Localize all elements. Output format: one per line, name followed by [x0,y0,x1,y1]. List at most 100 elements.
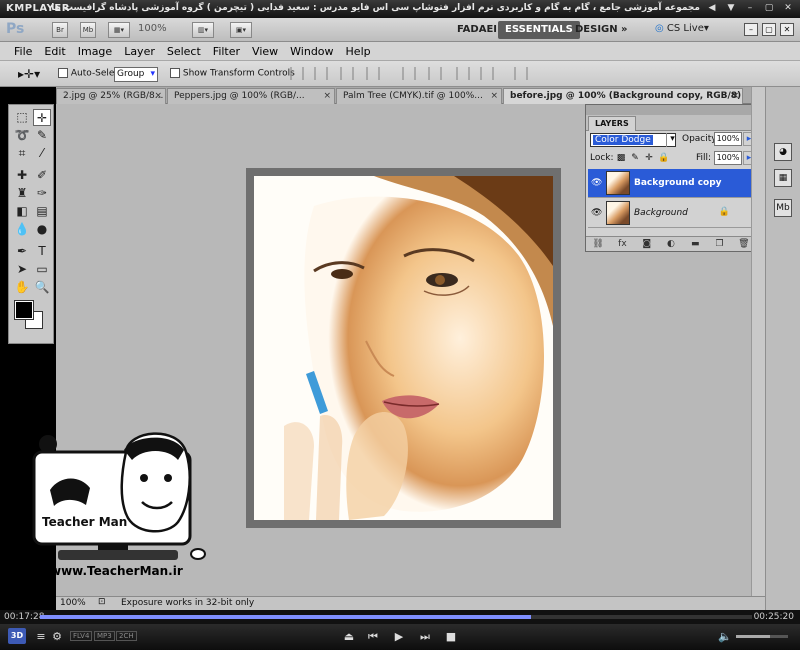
eraser-tool-icon[interactable]: ◧ [13,203,31,220]
ps-close-icon[interactable]: ✕ [780,23,794,36]
document-canvas[interactable] [246,168,561,528]
foreground-color-swatch[interactable] [14,300,34,320]
3d-mode-button[interactable]: 3D [8,628,26,644]
layer-style-icon[interactable]: fx [616,239,628,249]
tab-close-icon[interactable]: × [323,89,331,104]
tab-close-icon[interactable]: × [154,89,162,104]
visibility-eye-icon[interactable]: 👁 [591,178,602,188]
stop-icon[interactable]: ■ [444,630,458,643]
km-minimize-icon[interactable]: – [742,2,758,15]
lock-all-icon[interactable]: 🔒 [658,153,669,163]
align-left-icon[interactable] [366,67,380,80]
history-brush-tool-icon[interactable]: ✑ [33,185,51,202]
type-tool-icon[interactable]: T [33,243,51,260]
hand-tool-icon[interactable]: ✋ [13,279,31,296]
menu-layer[interactable]: Layer [118,42,161,60]
menu-select[interactable]: Select [161,42,207,60]
lock-position-icon[interactable]: ✛ [644,153,654,163]
eject-icon[interactable]: ⏏ [342,630,356,643]
gradient-tool-icon[interactable]: ▤ [33,203,51,220]
zoom-level-display[interactable]: 100% [138,23,167,34]
mini-bridge-button[interactable]: Mb [80,22,96,38]
quick-selection-tool-icon[interactable]: ✎ [33,127,51,144]
vertical-scrollbar[interactable] [751,87,765,597]
distribute-left-icon[interactable] [456,67,470,80]
status-zoom[interactable]: 100% [60,598,86,608]
tab-palm-tree-tif[interactable]: Palm Tree (CMYK).tif @ 100%... × [336,88,502,104]
tab-layers[interactable]: LAYERS [588,116,636,131]
clone-stamp-tool-icon[interactable]: ♜ [13,185,31,202]
blend-mode-dropdown[interactable]: Color Dodge [590,133,676,147]
menu-image[interactable]: Image [72,42,118,60]
seek-track[interactable] [40,615,752,619]
arrange-documents-icon[interactable]: ▥▾ [192,22,214,38]
align-top-icon[interactable] [290,67,304,80]
distribute-hcenter-icon[interactable] [480,67,494,80]
show-transform-checkbox[interactable] [170,68,180,78]
healing-brush-tool-icon[interactable]: ✚ [13,167,31,184]
lock-transparent-icon[interactable]: ▩ [616,153,626,163]
distribute-top-icon[interactable] [402,67,416,80]
menu-file[interactable]: File [8,42,38,60]
align-vcenter-icon[interactable] [314,67,328,80]
auto-select-target-dropdown[interactable]: Group [114,67,158,82]
menu-view[interactable]: View [246,42,284,60]
show-transform-option[interactable]: Show Transform Controls [170,68,295,79]
adjustments-panel-icon[interactable]: ◕ [774,143,792,161]
brush-tool-icon[interactable]: ✐ [33,167,51,184]
pen-tool-icon[interactable]: ✒ [13,243,31,260]
playlist-icon[interactable]: ≡ [34,630,48,643]
workspace-fadaei[interactable]: FADAEI [450,21,504,39]
lasso-tool-icon[interactable]: ➰ [13,127,31,144]
layer-row-background[interactable]: 👁 Background 🔒 [588,199,754,228]
mini-bridge-panel-icon[interactable]: Mb [774,199,792,217]
adjustment-layer-icon[interactable]: ◐ [665,239,677,249]
eyedropper-tool-icon[interactable]: ⁄ [33,145,51,162]
link-layers-icon[interactable]: ⛓ [592,239,604,249]
visibility-eye-icon[interactable]: 👁 [591,208,602,218]
tab-2-jpg[interactable]: 2.jpg @ 25% (RGB/8... × [56,88,166,104]
ps-minimize-icon[interactable]: – [744,23,758,36]
previous-icon[interactable]: ⏮ [366,630,380,644]
chevron-down-icon[interactable]: ▾ [666,133,678,147]
new-group-icon[interactable]: ▬ [689,239,701,249]
zoom-tool-icon[interactable]: 🔍 [33,279,51,296]
auto-align-layers-icon[interactable] [514,67,528,80]
settings-gear-icon[interactable]: ⚙ [50,630,64,643]
bridge-button[interactable]: Br [52,22,68,38]
tab-close-icon[interactable]: × [731,89,739,104]
marquee-tool-icon[interactable]: ⬚ [13,109,31,126]
tab-close-icon[interactable]: × [490,89,498,104]
volume-slider[interactable] [736,635,788,638]
fill-input[interactable]: 100% [714,151,742,165]
layer-row-background-copy[interactable]: 👁 Background copy [588,169,754,198]
view-extras-icon[interactable]: ▦▾ [108,22,130,38]
next-icon[interactable]: ⏭ [418,630,432,644]
new-layer-icon[interactable]: ❐ [714,239,726,249]
km-close-icon[interactable]: ✕ [780,2,796,15]
auto-select-checkbox[interactable] [58,68,68,78]
status-info-icon[interactable]: ⊡ [98,597,106,607]
ps-restore-icon[interactable]: ▢ [762,23,776,36]
opacity-input[interactable]: 100% [714,132,742,146]
move-tool-icon[interactable]: ✛ [33,109,51,126]
align-bottom-icon[interactable] [340,67,354,80]
move-tool-preset-icon[interactable]: ▸✛▾ [18,67,40,81]
volume-icon[interactable]: 🔈 [718,630,732,643]
path-selection-tool-icon[interactable]: ➤ [13,261,31,278]
menu-help[interactable]: Help [340,42,377,60]
cs-live-button[interactable]: ◎ CS Live▾ [655,23,709,34]
tab-peppers-jpg[interactable]: Peppers.jpg @ 100% (RGB/... × [167,88,335,104]
km-maximize-icon[interactable]: ▢ [761,2,777,15]
delete-layer-icon[interactable]: 🗑 [738,239,750,249]
screen-mode-icon[interactable]: ▣▾ [230,22,252,38]
km-menu-icon[interactable]: ▼ [723,2,739,15]
menu-window[interactable]: Window [284,42,339,60]
tab-before-jpg[interactable]: before.jpg @ 100% (Background copy, RGB/… [503,88,743,104]
distribute-vcenter-icon[interactable] [428,67,442,80]
dodge-tool-icon[interactable]: ● [33,221,51,238]
crop-tool-icon[interactable]: ⌗ [13,145,31,162]
lock-pixels-icon[interactable]: ✎ [630,153,640,163]
play-icon[interactable]: ▶ [392,630,406,643]
more-workspaces-icon[interactable]: » [614,21,634,39]
